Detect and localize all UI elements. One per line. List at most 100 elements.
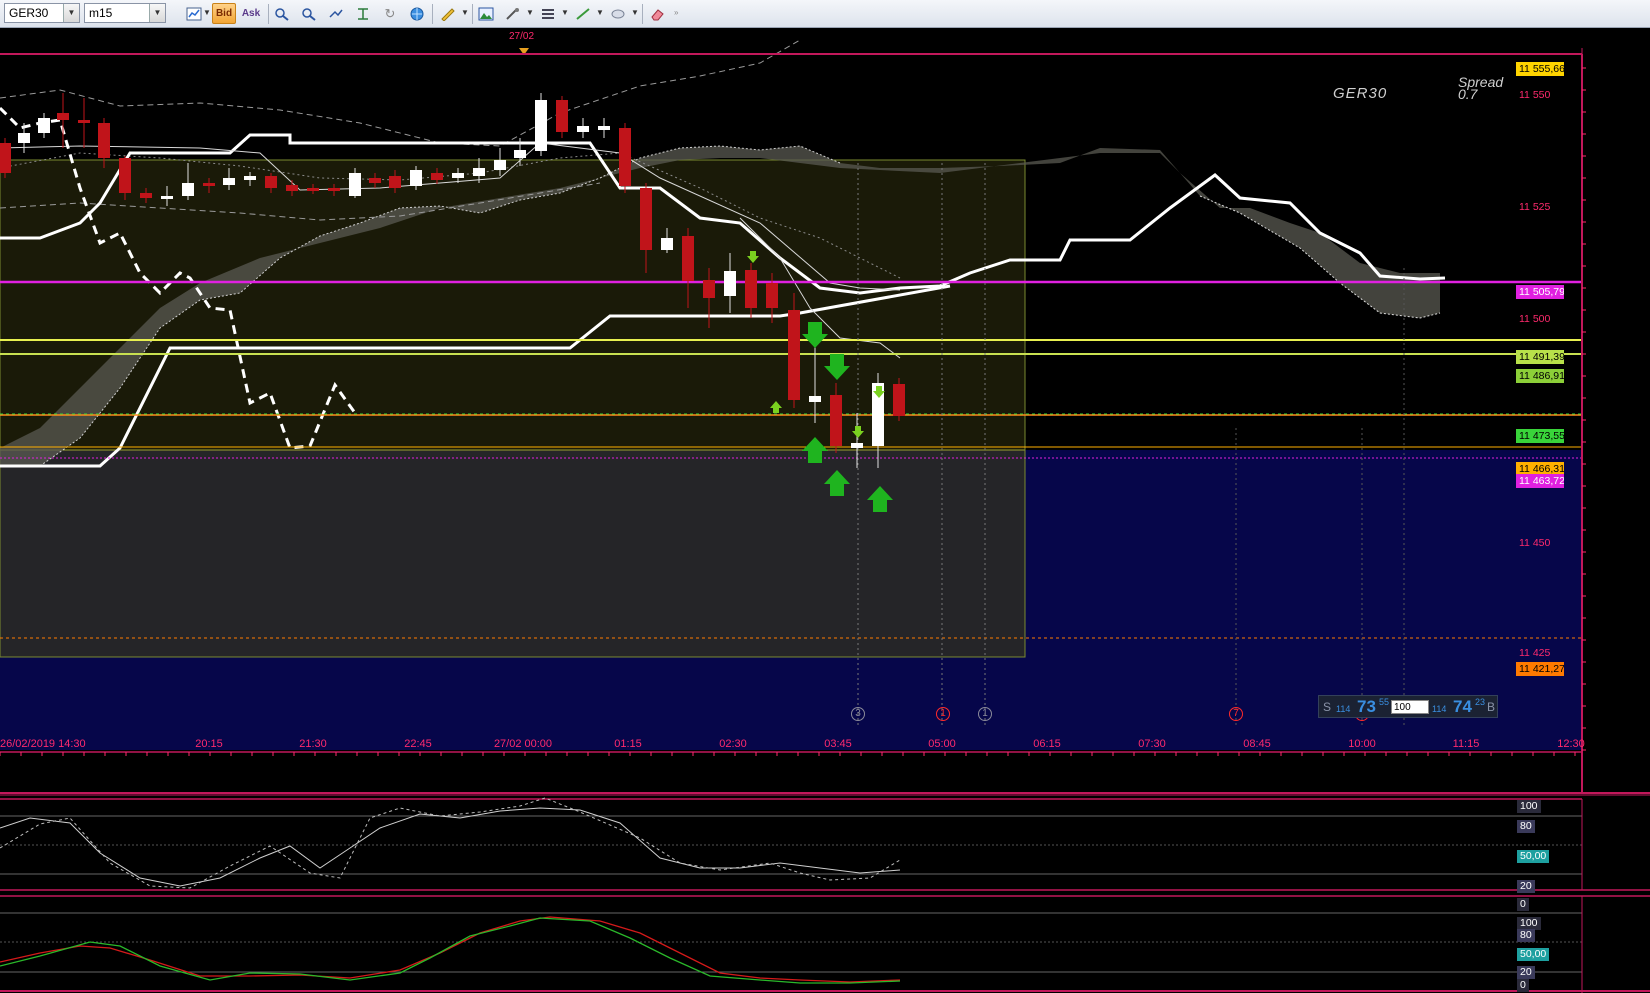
bull-candle: [577, 126, 589, 132]
bear-candle: [286, 185, 298, 191]
lines-icon[interactable]: [536, 3, 560, 24]
period-separator-icon[interactable]: [351, 3, 375, 24]
event-marker[interactable]: 3: [851, 707, 865, 721]
chevron-down-icon[interactable]: ▼: [631, 8, 639, 17]
bull-candle: [809, 396, 821, 402]
trendline-icon[interactable]: [571, 3, 595, 24]
globe-icon[interactable]: [405, 3, 429, 24]
bear-candle: [766, 283, 778, 308]
event-marker[interactable]: 7: [1229, 707, 1243, 721]
bull-candle: [724, 271, 736, 296]
chevron-down-icon[interactable]: ▼: [461, 8, 469, 17]
time-tick: 06:15: [1033, 738, 1061, 750]
time-tick: 07:30: [1138, 738, 1166, 750]
ask-label: Ask: [241, 8, 261, 19]
buy-price-big[interactable]: 74: [1453, 697, 1472, 717]
chevron-down-icon[interactable]: ▼: [596, 8, 604, 17]
time-tick: 08:45: [1243, 738, 1271, 750]
time-tick: 27/02 00:00: [493, 738, 553, 750]
osc2-level: 50,00: [1517, 948, 1550, 961]
pencil-icon[interactable]: [436, 3, 460, 24]
buy-label[interactable]: B: [1487, 700, 1495, 714]
ellipse-icon[interactable]: [606, 3, 630, 24]
buy-price-sup: 23: [1475, 697, 1486, 707]
price-tag: 11 463,72: [1516, 474, 1564, 488]
bear-candle: [556, 100, 568, 132]
bull-candle: [851, 443, 863, 448]
symbol-value: GER30: [9, 6, 49, 20]
osc1-level: 80: [1517, 820, 1535, 833]
bull-candle: [410, 170, 422, 186]
price-tick: 11 500: [1519, 313, 1551, 325]
macd-panel: [0, 896, 1582, 993]
bull-candle: [661, 238, 673, 250]
price-tick: 11 425: [1519, 647, 1551, 659]
eraser-icon[interactable]: [645, 3, 669, 24]
price-tag: 11 473,55: [1516, 429, 1564, 443]
price-tick: 11 525: [1519, 201, 1551, 213]
bull-candle: [494, 160, 506, 170]
symbol-select[interactable]: GER30 ▼: [4, 3, 80, 23]
chevron-down-icon[interactable]: ▼: [561, 8, 569, 17]
time-tick: 22:45: [404, 738, 432, 750]
bull-candle: [244, 176, 256, 180]
time-tick: 20:15: [195, 738, 223, 750]
autoscroll-icon[interactable]: [324, 3, 348, 24]
bear-candle: [57, 113, 69, 120]
one-click-trading-box: S 114 73 55 100 114 74 23 B: [1318, 695, 1498, 718]
bear-candle: [307, 188, 319, 191]
bear-candle: [619, 128, 631, 186]
ask-button[interactable]: Ask: [239, 3, 263, 24]
bull-candle: [349, 173, 361, 196]
sell-price-sup: 55: [1379, 697, 1390, 707]
price-tag: 11 491,39: [1516, 350, 1564, 364]
bear-candle: [830, 395, 842, 446]
time-tick: 26/02/2019 14:30: [0, 738, 86, 750]
sell-price-small: 114: [1336, 704, 1351, 714]
bull-candle: [452, 173, 464, 178]
bull-candle: [514, 150, 526, 158]
date-marker-label: 27/02: [509, 31, 535, 42]
bear-candle: [0, 143, 11, 173]
refresh-icon[interactable]: ↻: [378, 3, 402, 24]
zoom-in-icon[interactable]: [270, 3, 294, 24]
chevron-down-icon[interactable]: ▼: [526, 8, 534, 17]
zoom-out-icon[interactable]: [297, 3, 321, 24]
projection-box: [0, 444, 1025, 657]
stochastic-panel: [0, 799, 1582, 889]
bear-candle: [140, 193, 152, 198]
timeframe-value: m15: [89, 6, 113, 20]
toolbar-overflow-icon[interactable]: »: [674, 8, 678, 17]
bear-candle: [703, 280, 715, 298]
event-marker[interactable]: 1: [936, 707, 950, 721]
osc2-level: 0: [1517, 979, 1529, 992]
chart-type-dropdown-icon[interactable]: ▼: [203, 8, 211, 17]
time-tick: 01:15: [614, 738, 642, 750]
timeframe-select[interactable]: m15 ▼: [84, 3, 166, 23]
price-chart[interactable]: [0, 28, 1650, 993]
spread-info: Spread 0.7: [1458, 75, 1503, 101]
volume-input[interactable]: 100: [1391, 700, 1429, 714]
bid-button[interactable]: Bid: [212, 3, 236, 24]
bear-candle: [119, 158, 131, 193]
bull-candle: [223, 178, 235, 185]
bear-candle: [431, 173, 443, 180]
bear-candle: [328, 188, 340, 191]
time-tick: 12:30: [1557, 738, 1585, 750]
volume-value: 100: [1394, 702, 1411, 713]
event-marker[interactable]: 1: [978, 707, 992, 721]
price-tag: 11 555,66: [1516, 62, 1564, 76]
sell-label[interactable]: S: [1323, 700, 1331, 714]
bear-candle: [745, 270, 757, 308]
time-tick: 05:00: [928, 738, 956, 750]
chevron-down-icon: ▼: [63, 4, 79, 22]
bid-label: Bid: [215, 8, 233, 19]
bull-candle: [182, 183, 194, 196]
sell-price-big[interactable]: 73: [1357, 697, 1376, 717]
image-icon[interactable]: [474, 3, 498, 24]
tools-icon[interactable]: [501, 3, 525, 24]
osc1-level: 100: [1517, 800, 1541, 813]
time-tick: 02:30: [719, 738, 747, 750]
toolbar: GER30 ▼ m15 ▼ ▼ Bid Ask ↻ ▼ ▼ ▼ ▼ ▼ »: [0, 0, 1650, 28]
osc2-level: 80: [1517, 929, 1535, 942]
